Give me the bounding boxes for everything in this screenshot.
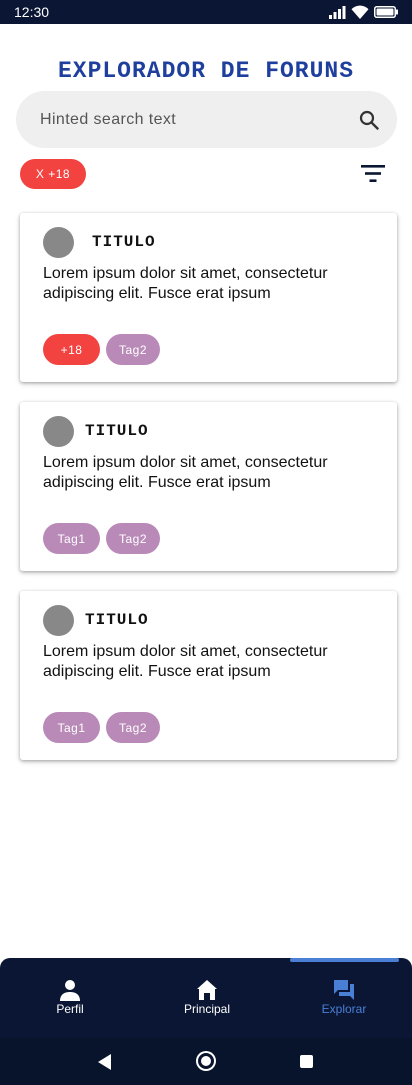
recents-icon[interactable]: [300, 1055, 313, 1068]
tag-chip[interactable]: Tag1: [43, 712, 100, 743]
search-input[interactable]: Hinted search text: [40, 111, 357, 129]
nav-label: Explorar: [321, 1002, 367, 1016]
active-filter-chip[interactable]: X +18: [20, 159, 86, 189]
bottom-navigation: Perfil Principal Explorar: [0, 958, 412, 1038]
page-title: EXPLORADOR DE FORUNS: [57, 58, 355, 84]
card-tags: Tag1 Tag2: [43, 523, 160, 554]
tag-chip[interactable]: Tag1: [43, 523, 100, 554]
avatar: [43, 227, 74, 258]
card-title: TITULO: [85, 422, 149, 440]
card-title: TITULO: [92, 233, 156, 251]
tag-chip[interactable]: Tag2: [106, 523, 160, 554]
nav-item-perfil[interactable]: Perfil: [20, 979, 120, 1016]
nav-item-principal[interactable]: Principal: [157, 979, 257, 1016]
forum-card[interactable]: TITULO Lorem ipsum dolor sit amet, conse…: [20, 213, 397, 382]
card-title: TITULO: [85, 611, 149, 629]
status-time: 12:30: [14, 4, 50, 20]
card-tags: Tag1 Tag2: [43, 712, 160, 743]
avatar: [43, 605, 74, 636]
status-bar: 12:30: [0, 0, 412, 24]
forum-icon: [334, 980, 354, 1000]
status-icons: [329, 5, 398, 19]
nav-label: Principal: [183, 1002, 231, 1016]
back-icon[interactable]: [98, 1054, 112, 1070]
card-body: Lorem ipsum dolor sit amet, consectetur …: [43, 643, 328, 680]
filter-list-icon[interactable]: [359, 162, 387, 186]
search-icon[interactable]: [357, 108, 381, 132]
tag-chip[interactable]: Tag2: [106, 712, 160, 743]
system-navigation-bar: [0, 1038, 412, 1085]
forum-card[interactable]: TITULO Lorem ipsum dolor sit amet, conse…: [20, 591, 397, 760]
wifi-icon: [351, 5, 369, 19]
tag-chip[interactable]: +18: [43, 334, 100, 365]
card-body: Lorem ipsum dolor sit amet, consectetur …: [43, 265, 328, 302]
home-icon: [197, 980, 217, 1000]
card-body: Lorem ipsum dolor sit amet, consectetur …: [43, 454, 328, 491]
nav-label: Perfil: [56, 1002, 84, 1016]
avatar: [43, 416, 74, 447]
nav-item-explorar[interactable]: Explorar: [294, 979, 394, 1016]
search-bar[interactable]: Hinted search text: [16, 91, 397, 148]
signal-icon: [329, 5, 346, 19]
person-icon: [60, 980, 80, 1001]
home-button-icon[interactable]: [198, 1053, 214, 1069]
active-tab-indicator: [290, 958, 399, 962]
battery-icon: [374, 6, 398, 18]
forum-card[interactable]: TITULO Lorem ipsum dolor sit amet, conse…: [20, 402, 397, 571]
tag-chip[interactable]: Tag2: [106, 334, 160, 365]
card-tags: +18 Tag2: [43, 334, 160, 365]
